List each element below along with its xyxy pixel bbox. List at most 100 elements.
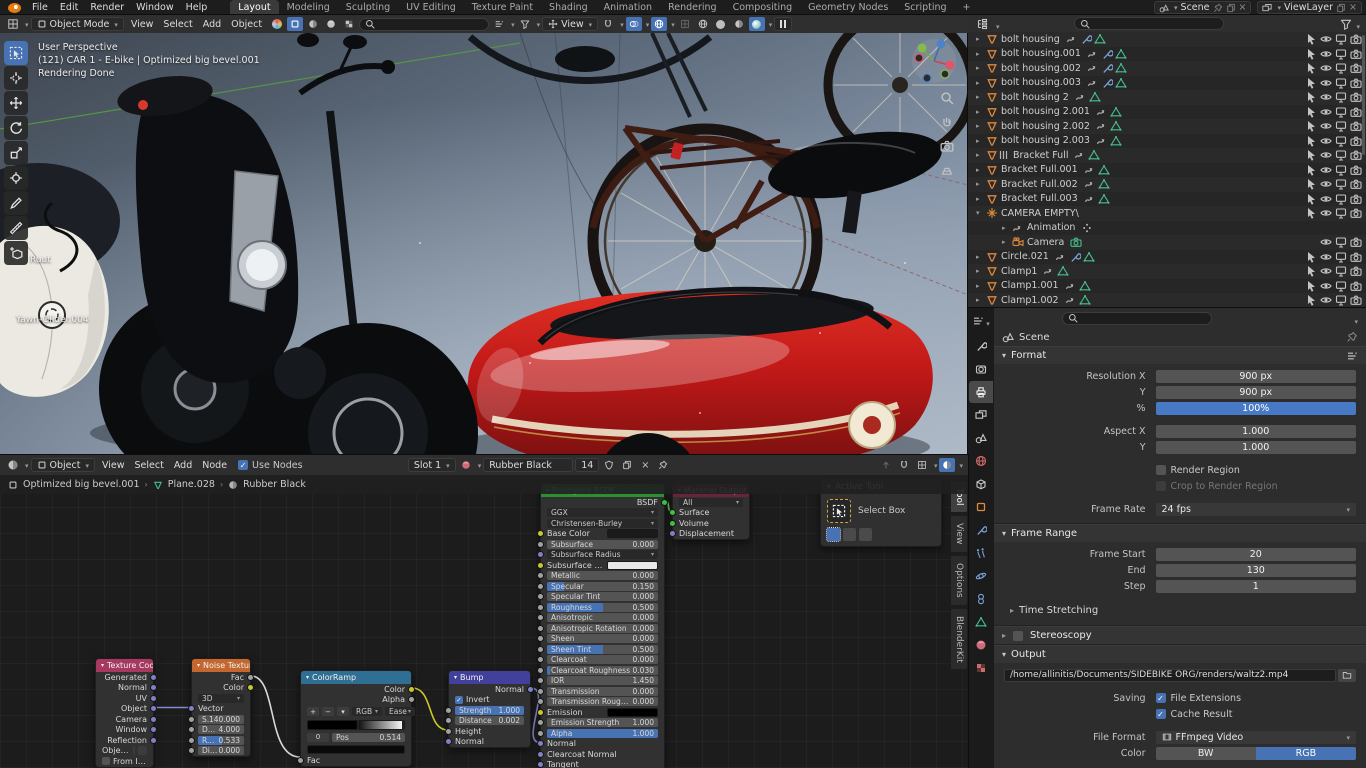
- disable-render-toggle-icon[interactable]: [1350, 91, 1362, 103]
- expand-arrow-icon[interactable]: ▸: [976, 151, 986, 159]
- outliner-row[interactable]: ▸ Animation: [968, 221, 1366, 236]
- disable-render-toggle-icon[interactable]: [1350, 236, 1362, 248]
- output-socket[interactable]: [527, 686, 534, 693]
- node-row-clearcoat[interactable]: Clearcoat0.000: [541, 655, 664, 666]
- menubar-item[interactable]: Window: [130, 2, 179, 13]
- hide-viewport-toggle-icon[interactable]: [1320, 164, 1332, 176]
- input-socket[interactable]: [537, 614, 544, 621]
- node-header[interactable]: ▾Texture Coordinate: [96, 659, 153, 672]
- outliner-row[interactable]: ▸ bolt housing 2.001: [968, 105, 1366, 120]
- pan-view-icon[interactable]: [940, 115, 954, 129]
- disable-render-toggle-icon[interactable]: [1350, 120, 1362, 132]
- workspace-tab[interactable]: Layout: [230, 0, 278, 15]
- shading-wireframe-icon[interactable]: [695, 17, 711, 31]
- select-tool-options-icon[interactable]: [491, 17, 507, 31]
- node-principled-bsdf[interactable]: ▾Principled BSDFBSDFGGX▾Christensen-Burl…: [540, 483, 665, 768]
- output-socket[interactable]: [150, 695, 157, 702]
- input-socket[interactable]: [537, 719, 544, 726]
- hide-viewport-toggle-icon[interactable]: [1320, 91, 1332, 103]
- node-row-3d[interactable]: 3D▾: [192, 693, 250, 704]
- expand-arrow-icon[interactable]: ▸: [976, 296, 986, 304]
- node-row-clearcoat-roughness[interactable]: Clearcoat Roughness0.030: [541, 665, 664, 676]
- shading-rendered-icon[interactable]: [749, 17, 765, 31]
- outliner-row[interactable]: ▸ Circle.021: [968, 250, 1366, 265]
- viewport-tool-button[interactable]: [4, 241, 28, 265]
- expand-arrow-icon[interactable]: ▸: [976, 166, 986, 174]
- input-socket[interactable]: [537, 572, 544, 579]
- shading-solid-icon[interactable]: [713, 17, 729, 31]
- input-socket[interactable]: [537, 698, 544, 705]
- material-name-field[interactable]: Rubber Black: [483, 458, 573, 472]
- node-row-subsurface-radius[interactable]: Subsurface Radius▾: [541, 550, 664, 561]
- disable-viewport-toggle-icon[interactable]: [1335, 265, 1347, 277]
- disable-viewport-toggle-icon[interactable]: [1335, 294, 1347, 306]
- node-row-subsurface[interactable]: Subsurface0.000: [541, 539, 664, 550]
- selectable-toggle-icon[interactable]: [1305, 294, 1317, 306]
- filter-icon[interactable]: [517, 17, 533, 31]
- select-subtract-mode[interactable]: [859, 528, 872, 541]
- menubar-item[interactable]: Edit: [54, 2, 84, 13]
- outliner-row[interactable]: ▸ bolt housing.003: [968, 76, 1366, 91]
- properties-tab[interactable]: [969, 496, 993, 518]
- node-header[interactable]: ▾Noise Texture: [192, 659, 250, 672]
- node-row-sheen-tint[interactable]: Sheen Tint0.500: [541, 644, 664, 655]
- input-socket[interactable]: [669, 509, 676, 516]
- input-socket[interactable]: [537, 751, 544, 758]
- pause-render-button[interactable]: [774, 17, 792, 31]
- resolution-x-field[interactable]: 900 px: [1156, 370, 1356, 383]
- resolution-percentage-field[interactable]: 100%: [1156, 402, 1356, 415]
- workspace-tab[interactable]: Sculpting: [338, 0, 398, 15]
- viewlayer-selector[interactable]: ViewLayer×: [1257, 1, 1362, 14]
- pin-material-icon[interactable]: [655, 458, 671, 472]
- input-socket[interactable]: [537, 625, 544, 632]
- selectable-toggle-icon[interactable]: [1305, 178, 1317, 190]
- properties-options-icon[interactable]: [1352, 309, 1358, 328]
- breadcrumb-mesh[interactable]: Plane.028: [168, 479, 215, 490]
- pin-id-icon[interactable]: [1346, 331, 1358, 343]
- disable-render-toggle-icon[interactable]: [1350, 294, 1362, 306]
- disable-viewport-toggle-icon[interactable]: [1335, 280, 1347, 292]
- outliner-row[interactable]: ▸ bolt housing.001: [968, 47, 1366, 62]
- proportional-edit-icon[interactable]: [626, 17, 642, 31]
- hide-viewport-toggle-icon[interactable]: [1320, 207, 1332, 219]
- shader-menu-item[interactable]: Add: [169, 460, 197, 471]
- node-row-subsurface-color[interactable]: Subsurface Color: [541, 560, 664, 571]
- expand-arrow-icon[interactable]: ▸: [976, 35, 986, 43]
- input-socket[interactable]: [297, 757, 304, 764]
- node-row-transmission[interactable]: Transmission0.000: [541, 686, 664, 697]
- workspace-tab[interactable]: Rendering: [660, 0, 725, 15]
- output-panel-header[interactable]: Output: [994, 646, 1366, 663]
- hide-viewport-toggle-icon[interactable]: [1320, 33, 1332, 45]
- disable-render-toggle-icon[interactable]: [1350, 193, 1362, 205]
- frame-range-panel-header[interactable]: Frame Range: [994, 525, 1366, 542]
- snap-icon[interactable]: [600, 17, 616, 31]
- navigation-gizmo[interactable]: [910, 37, 958, 85]
- workspace-tab[interactable]: UV Editing: [398, 0, 464, 15]
- hide-viewport-toggle-icon[interactable]: [1320, 193, 1332, 205]
- output-socket[interactable]: [150, 737, 157, 744]
- disable-viewport-toggle-icon[interactable]: [1335, 135, 1347, 147]
- viewport-tool-button[interactable]: [4, 41, 28, 65]
- unlink-material-icon[interactable]: ×: [637, 458, 653, 472]
- browse-folder-button[interactable]: [1338, 669, 1356, 682]
- workspace-tab[interactable]: Modeling: [279, 0, 338, 15]
- aspect-y-field[interactable]: 1.000: [1156, 441, 1356, 454]
- presets-icon[interactable]: [1346, 350, 1358, 362]
- new-viewlayer-icon[interactable]: [1336, 3, 1346, 13]
- active-tool-button[interactable]: [827, 499, 851, 523]
- node-row-base-color[interactable]: Base Color: [541, 529, 664, 540]
- frame-start-field[interactable]: 20: [1156, 548, 1356, 561]
- outliner-scrollbar[interactable]: [1362, 35, 1365, 155]
- expand-arrow-icon[interactable]: ▸: [976, 137, 986, 145]
- properties-tab[interactable]: [969, 565, 993, 587]
- node-preview-icon[interactable]: [939, 458, 955, 472]
- expand-arrow-icon[interactable]: ▸: [976, 253, 986, 261]
- workspace-tab[interactable]: Animation: [596, 0, 660, 15]
- material-icon[interactable]: [458, 458, 474, 472]
- outliner-row[interactable]: ▸ Clamp1: [968, 264, 1366, 279]
- properties-tab[interactable]: [969, 519, 993, 541]
- outliner-row[interactable]: ▾ CAMERA EMPTY\: [968, 206, 1366, 221]
- outliner-row[interactable]: ▸ Bracket Full.003: [968, 192, 1366, 207]
- frame-end-field[interactable]: 130: [1156, 564, 1356, 577]
- outliner-row[interactable]: ▸ Clamp1.001: [968, 279, 1366, 294]
